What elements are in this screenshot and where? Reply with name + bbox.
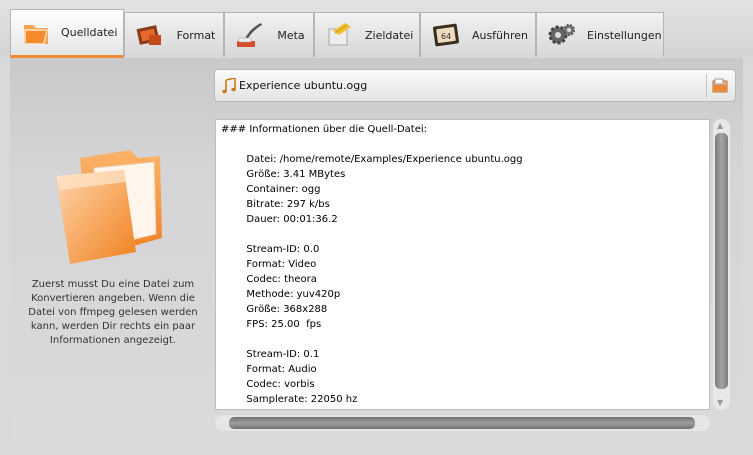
vertical-scroll-thumb[interactable] [715,133,728,389]
tab-bar: Quelldatei Format Meta Zieldatei 64 Ausf… [0,0,753,58]
open-file-button[interactable] [710,76,730,96]
gears-icon [547,21,577,49]
source-file-bar[interactable]: Experience ubuntu.ogg [214,69,736,102]
big-folder-icon [50,148,170,268]
tab-label: Zieldatei [365,28,414,42]
tab-meta[interactable]: Meta [224,12,314,57]
film-icon [135,21,165,49]
scroll-up-arrow-icon[interactable]: ▲ [717,122,723,130]
music-note-icon [222,77,236,94]
quill-icon [235,21,265,49]
tab-label: Ausführen [471,28,529,42]
tab-format[interactable]: Format [124,12,224,57]
tab-quelldatei[interactable]: Quelldatei [10,9,124,58]
vertical-scrollbar[interactable]: ▲ ▼ [713,119,730,410]
tab-label: Meta [277,28,305,42]
tab-label: Format [176,28,216,42]
tab-label: Quelldatei [61,26,118,39]
open-folder-icon [712,78,728,93]
horizontal-scroll-thumb[interactable] [229,417,695,429]
source-info-textarea[interactable]: ### Informationen über die Quell-Datei: … [215,119,710,410]
left-column: Zuerst musst Du eine Datei zum Konvertie… [10,58,210,445]
tab-ausfuehren[interactable]: 64 Ausführen [420,12,536,57]
scroll-down-arrow-icon[interactable]: ▼ [717,399,723,407]
tab-label: Einstellungen [587,28,662,42]
content-panel: Zuerst musst Du eine Datei zum Konvertie… [10,58,743,445]
svg-text:64: 64 [441,32,451,41]
hint-text: Zuerst musst Du eine Datei zum Konvertie… [28,279,198,346]
tab-einstellungen[interactable]: Einstellungen [536,12,664,57]
horizontal-scrollbar[interactable] [215,415,710,431]
folder-icon [21,19,51,47]
source-info-text: ### Informationen über die Quell-Datei: … [221,124,523,405]
run-icon: 64 [431,21,461,49]
source-filename: Experience ubuntu.ogg [239,79,368,92]
separator [706,74,707,98]
target-file-icon [325,21,355,49]
tab-zieldatei[interactable]: Zieldatei [314,12,420,57]
